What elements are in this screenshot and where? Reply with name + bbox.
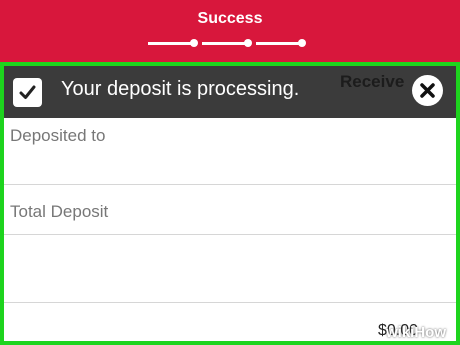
divider <box>4 302 456 303</box>
step-dot-3 <box>298 39 306 47</box>
deposit-details-panel: Your deposit is processing. Receive Depo… <box>4 66 456 341</box>
step-progress-indicator <box>148 38 308 48</box>
deposited-to-label: Deposited to <box>10 126 106 145</box>
close-toast-button[interactable] <box>412 75 443 106</box>
page-title: Success <box>197 10 263 27</box>
header-bar: Success <box>0 0 460 62</box>
close-icon <box>420 83 435 98</box>
highlight-frame: Your deposit is processing. Receive Depo… <box>0 62 460 345</box>
step-connector <box>256 42 300 45</box>
divider <box>4 184 456 185</box>
toast-message: Your deposit is processing. <box>61 78 300 100</box>
step-dot-1 <box>190 39 198 47</box>
check-icon <box>13 78 42 107</box>
total-deposit-label: Total Deposit <box>10 202 109 221</box>
step-connector <box>202 42 246 45</box>
step-connector <box>148 42 192 45</box>
step-dot-2 <box>244 39 252 47</box>
divider <box>4 234 456 235</box>
wikihow-watermark: wikiHow <box>386 324 447 341</box>
receive-tab-label: Receive <box>340 72 405 91</box>
deposit-processing-toast: Your deposit is processing. Receive <box>4 66 456 118</box>
